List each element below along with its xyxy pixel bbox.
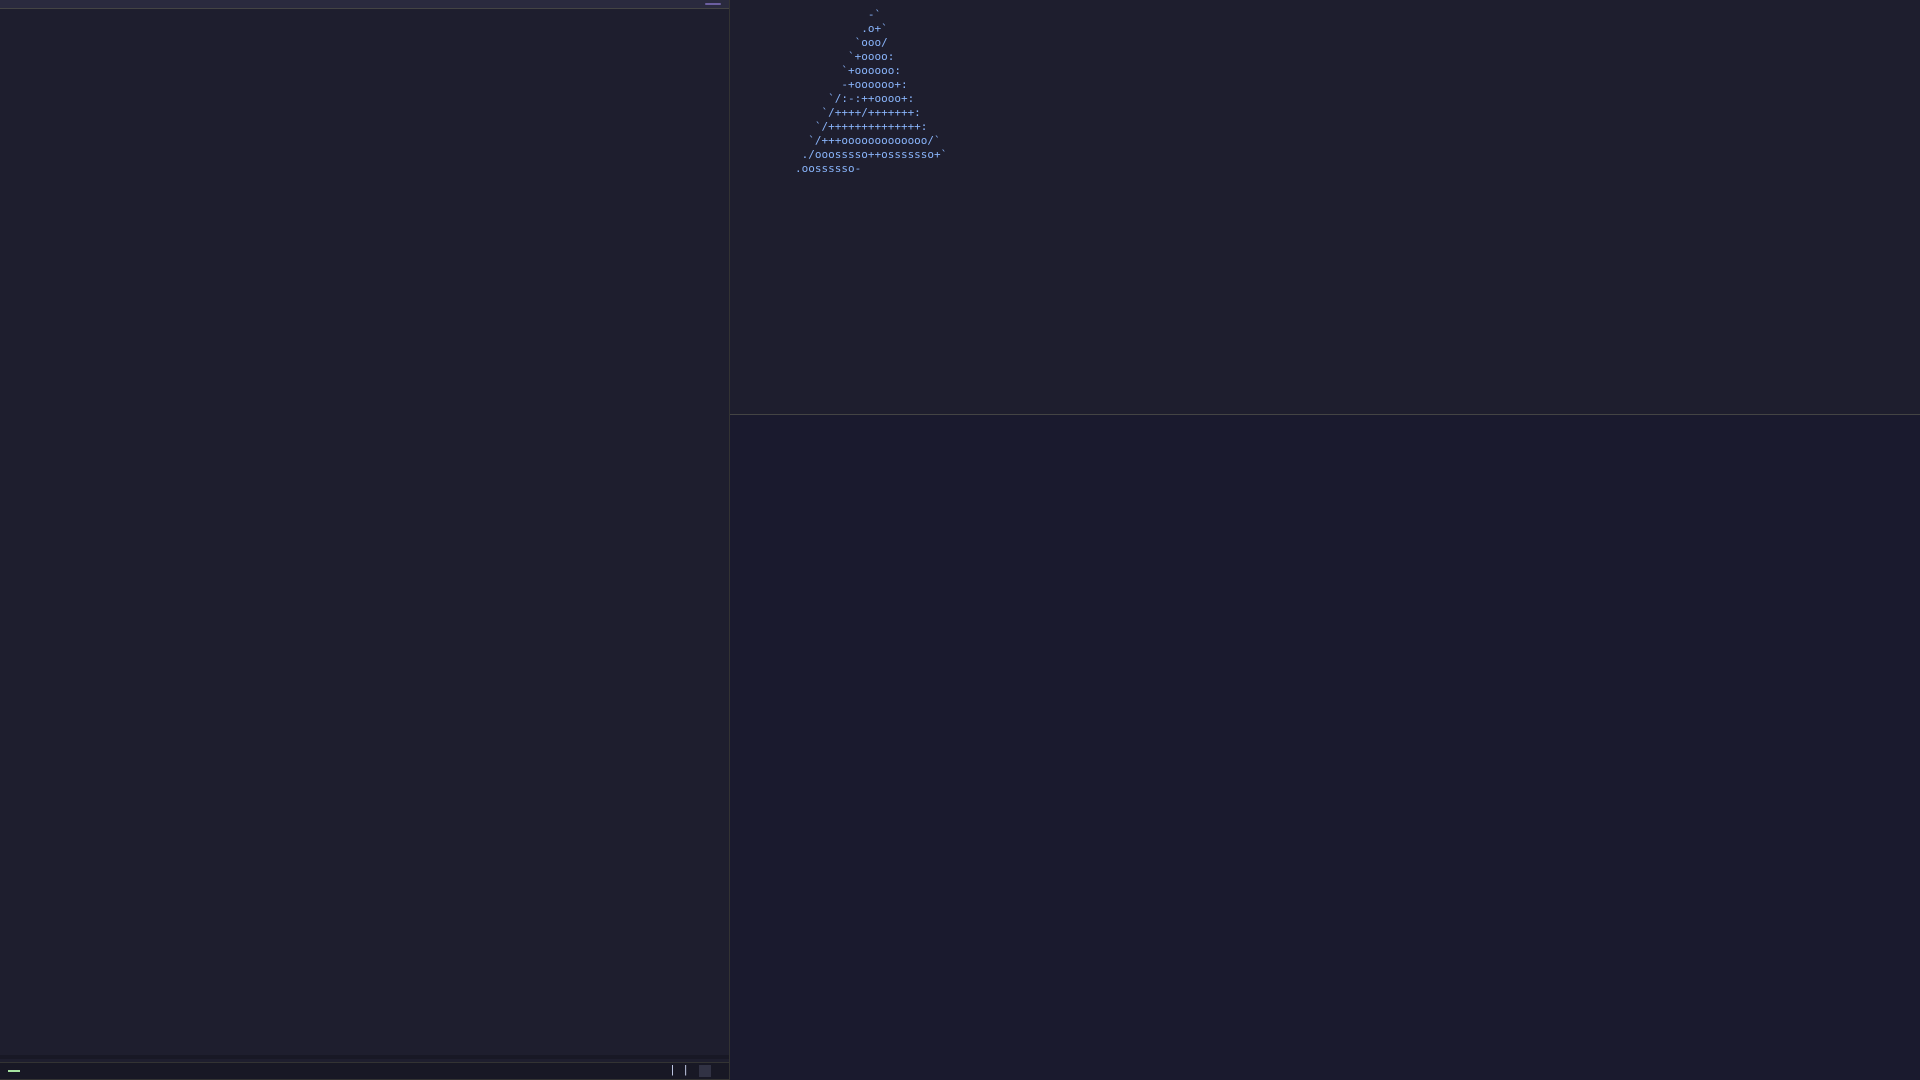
status-right: | | — [669, 1065, 721, 1077]
editor-content — [0, 9, 729, 1028]
editor-panel: | | — [0, 0, 730, 1080]
neo-ascii-art: -` .o+` `ooo/ `+oooo: `+oooooo: -+oooooo… — [730, 0, 959, 414]
status-encoding: | | — [669, 1065, 689, 1077]
main-layout: | | -` .o+` `ooo/ `+oooo: `+ooooo — [0, 0, 1920, 1080]
editor-branch — [705, 3, 721, 5]
status-mode — [8, 1070, 20, 1072]
editor-titlebar — [0, 0, 729, 9]
editor-footer — [0, 1055, 729, 1059]
status-pct — [699, 1065, 711, 1077]
ascii-art: -` .o+` `ooo/ `+oooo: `+oooooo: -+oooooo… — [742, 8, 947, 176]
neofetch-panel: -` .o+` `ooo/ `+oooo: `+oooooo: -+oooooo… — [730, 0, 1920, 415]
editor-statusbar: | | — [0, 1062, 729, 1079]
